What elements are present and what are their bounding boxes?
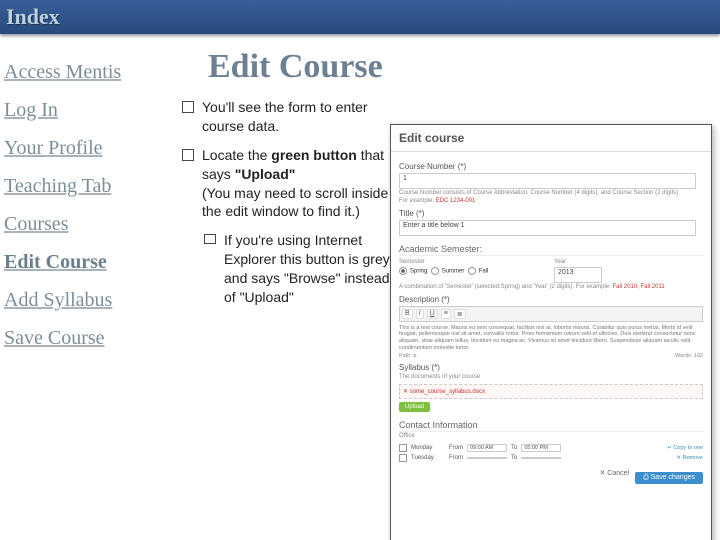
checkbox-icon[interactable] [399, 444, 407, 452]
ss-from-label: From [449, 455, 463, 461]
bullet-list: You'll see the form to enter course data… [182, 98, 392, 307]
ss-from-label: From [449, 445, 463, 451]
bullet-2-sub-text: If you're using Internet Explorer this b… [224, 231, 392, 307]
ss-editor-footer: Path: p Words: 102 [399, 353, 703, 359]
ss-syllabus-hint: The documents of your course [399, 374, 703, 381]
ss-day-row: Tuesday From To ✕ Remove [399, 454, 703, 462]
ss-syllabus-label: Syllabus (*) [399, 363, 703, 372]
ss-semester-heading: Academic Semester: [399, 244, 703, 256]
toolbar-bold-icon[interactable]: B [402, 309, 413, 319]
nav-your-profile[interactable]: Your Profile [4, 136, 174, 160]
toolbar-italic-icon[interactable]: I [416, 309, 424, 319]
nav-teaching-tab[interactable]: Teaching Tab [4, 174, 174, 198]
copy-link[interactable]: ↵ Copy to one [667, 445, 703, 451]
radio-icon[interactable] [468, 267, 476, 275]
toolbar-list-icon[interactable]: ≣ [454, 309, 466, 319]
topbar: Index [0, 0, 720, 34]
remove-link[interactable]: ✕ Remove [676, 455, 703, 461]
toolbar-underline-icon[interactable]: U [427, 309, 438, 319]
ss-day-row: Monday From 09:00 AM To 05:00 PM ↵ Copy … [399, 444, 703, 452]
ss-footer-buttons: ⎙ Save changes ✕ Cancel [399, 468, 703, 477]
ss-course-example: For example: EDC 1234-001 [399, 198, 703, 205]
ss-words: Words: 102 [675, 353, 703, 359]
radio-icon[interactable] [431, 267, 439, 275]
ss-from-input[interactable] [467, 457, 507, 459]
ss-upload-filename: some_course_syllabus.docx [410, 389, 485, 395]
bullet-2: Locate the green button that says "Uploa… [182, 146, 392, 222]
ss-body: Course Number (*) 1 Course Number consis… [391, 152, 711, 483]
body: Access Mentis Log In Your Profile Teachi… [0, 34, 720, 364]
ss-course-number-hint: Course Number consists of Course Abbrevi… [399, 190, 703, 197]
topbar-title: Index [6, 4, 60, 30]
ss-contact-heading: Contact Information [399, 420, 703, 432]
ss-course-number-input[interactable]: 1 [399, 173, 696, 189]
nav-courses[interactable]: Courses [4, 212, 174, 236]
bullet-box-icon [182, 101, 194, 113]
ss-combo-example: Fall 2010, Fall 2011 [612, 284, 664, 290]
ss-to-input[interactable]: 05:00 PM [521, 444, 561, 452]
ss-editor-toolbar[interactable]: B I U ≡ ≣ [399, 306, 703, 322]
ss-from-input[interactable]: 09:00 AM [467, 444, 507, 452]
toolbar-list-icon[interactable]: ≡ [441, 309, 451, 319]
nav-edit-course[interactable]: Edit Course [4, 250, 174, 274]
upload-button[interactable]: Upload [399, 402, 430, 412]
slide: Index Access Mentis Log In Your Profile … [0, 0, 720, 540]
ss-sem-summer[interactable]: Summer [442, 268, 465, 274]
ss-sem-fall[interactable]: Fall [479, 268, 489, 274]
ss-to-label: To [511, 445, 517, 451]
bullet-1: You'll see the form to enter course data… [182, 98, 392, 136]
ss-year-label: Year [554, 259, 703, 266]
checkbox-icon[interactable] [399, 454, 407, 462]
ss-sem-spring[interactable]: Spring [410, 268, 427, 274]
radio-icon[interactable] [399, 267, 407, 275]
ss-days: Monday From 09:00 AM To 05:00 PM ↵ Copy … [399, 444, 703, 462]
ss-title-label: Title (*) [399, 209, 703, 218]
ss-year-input[interactable]: 2013 [554, 267, 602, 283]
ss-combo-hint: A combination of 'Semester' (selected:Sp… [399, 284, 703, 291]
bullet-box-icon [204, 234, 216, 244]
bullet-box-icon [182, 149, 194, 161]
ss-path: Path: p [399, 353, 416, 359]
form-screenshot: Edit course Course Number (*) 1 Course N… [390, 124, 712, 540]
ss-title: Edit course [391, 125, 711, 152]
bullet-1-text: You'll see the form to enter course data… [202, 98, 392, 136]
ss-to-input[interactable] [521, 457, 561, 459]
ss-example-value: EDC 1234-001 [436, 198, 476, 204]
page-title: Edit Course [208, 48, 716, 86]
ss-combo-hint-text: A combination of 'Semester' (selected:Sp… [399, 284, 611, 290]
ss-semester-row: Semester Spring Summer Fall Year 2013 [399, 258, 703, 282]
save-changes-button[interactable]: ⎙ Save changes [635, 472, 703, 484]
ss-semester-label: Semester [399, 259, 548, 266]
bullet-2-text: Locate the green button that says "Uploa… [202, 146, 392, 222]
main-area: Edit Course You'll see the form to enter… [178, 34, 720, 364]
cancel-button[interactable]: ✕ Cancel [599, 470, 629, 477]
nav-save-course[interactable]: Save Course [4, 326, 174, 350]
ss-desc-text[interactable]: This is a test course. Mauris eu sem con… [399, 325, 703, 351]
sidebar: Access Mentis Log In Your Profile Teachi… [0, 34, 178, 364]
ss-course-number-label: Course Number (*) [399, 162, 703, 171]
ss-office-label: Office [399, 433, 703, 440]
nav-log-in[interactable]: Log In [4, 98, 174, 122]
ss-semester-options: Spring Summer Fall [399, 267, 548, 275]
nav-access-mentis[interactable]: Access Mentis [4, 60, 174, 84]
ss-upload-area: ✕ some_course_syllabus.docx [399, 384, 703, 399]
bullet-2-sub: If you're using Internet Explorer this b… [204, 231, 392, 307]
ss-example-label: For example: [399, 198, 434, 204]
nav-add-syllabus[interactable]: Add Syllabus [4, 288, 174, 312]
ss-day-tuesday: Tuesday [411, 455, 445, 461]
ss-to-label: To [511, 455, 517, 461]
ss-desc-label: Description (*) [399, 295, 703, 304]
ss-day-monday: Monday [411, 445, 445, 451]
ss-title-input[interactable]: Enter a title below 1 [399, 220, 696, 236]
